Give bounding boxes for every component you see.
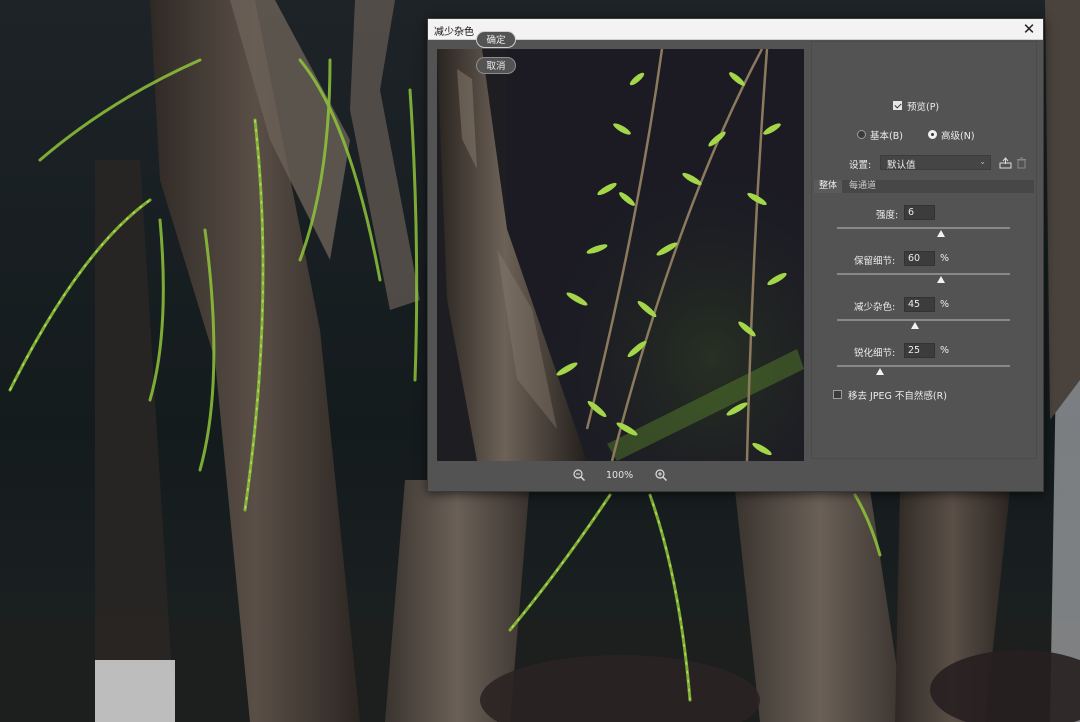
zoom-controls: 100%: [568, 468, 678, 484]
reduce-color-noise-input[interactable]: 45: [904, 297, 935, 312]
tab-overall[interactable]: 整体: [814, 180, 843, 193]
dialog-titlebar[interactable]: 减少杂色 ✕: [428, 19, 1043, 40]
sharpen-details-track[interactable]: [837, 365, 1010, 367]
sharpen-details-unit: %: [940, 345, 950, 356]
mode-basic-label: 基本(B): [870, 131, 903, 142]
preserve-details-label: 保留细节:: [854, 256, 896, 267]
preserve-details-unit: %: [940, 253, 950, 264]
trash-icon[interactable]: [1016, 157, 1027, 169]
close-icon[interactable]: ✕: [1021, 20, 1037, 38]
zoom-level: 100%: [606, 470, 634, 481]
channel-tabs: 整体 每通道: [814, 180, 1034, 193]
reduce-color-noise-unit: %: [940, 299, 950, 310]
preserve-details-track[interactable]: [837, 273, 1010, 275]
cancel-button[interactable]: 取消: [476, 57, 516, 74]
zoom-out-icon[interactable]: [572, 468, 586, 482]
reduce-noise-dialog: 减少杂色 ✕ 100%: [427, 18, 1044, 492]
sharpen-details-input[interactable]: 25: [904, 343, 935, 358]
mode-basic-radio[interactable]: [857, 130, 866, 139]
save-preset-icon[interactable]: [999, 157, 1013, 169]
settings-value: 默认值: [887, 160, 916, 171]
preserve-details-input[interactable]: 60: [904, 251, 935, 266]
dialog-title: 减少杂色: [434, 27, 474, 38]
zoom-in-icon[interactable]: [654, 468, 668, 482]
reduce-color-noise-track[interactable]: [837, 319, 1010, 321]
reduce-color-noise-label: 减少杂色:: [854, 302, 896, 313]
remove-jpeg-artifact-checkbox[interactable]: [833, 390, 842, 399]
preview-photo: [437, 49, 804, 461]
settings-label: 设置:: [849, 160, 872, 171]
preview-label: 预览(P): [907, 102, 940, 113]
preview-image[interactable]: [437, 49, 804, 461]
preserve-details-slider-thumb[interactable]: [936, 276, 945, 283]
strength-slider-thumb[interactable]: [936, 230, 945, 237]
remove-jpeg-artifact-label: 移去 JPEG 不自然感(R): [848, 391, 947, 402]
ok-button[interactable]: 确定: [476, 31, 516, 48]
strength-track[interactable]: [837, 227, 1010, 229]
settings-select[interactable]: 默认值 ⌄: [880, 155, 991, 171]
strength-input[interactable]: 6: [904, 205, 935, 220]
reduce-color-noise-slider-thumb[interactable]: [910, 322, 919, 329]
mode-advanced-radio[interactable]: [928, 130, 937, 139]
sharpen-details-label: 锐化细节:: [854, 348, 896, 359]
preview-checkbox[interactable]: [893, 101, 902, 110]
tab-per-channel[interactable]: 每通道: [844, 180, 881, 193]
sharpen-details-slider-thumb[interactable]: [876, 368, 885, 375]
chevron-down-icon: ⌄: [979, 157, 986, 166]
mode-advanced-label: 高级(N): [941, 131, 975, 142]
strength-label: 强度:: [876, 210, 899, 221]
